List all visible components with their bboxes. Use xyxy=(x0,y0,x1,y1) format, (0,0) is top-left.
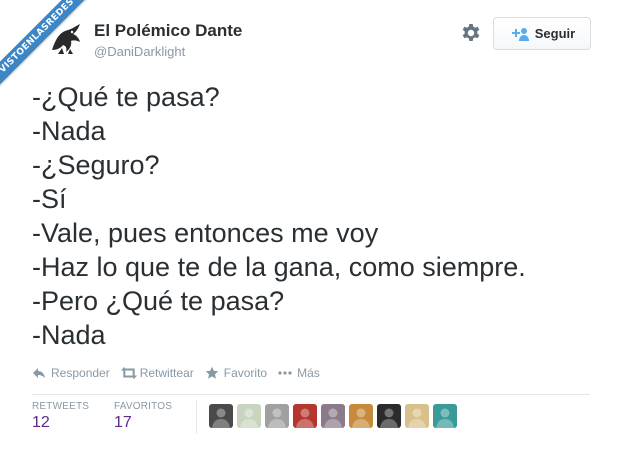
divider xyxy=(32,394,590,395)
gear-icon[interactable] xyxy=(459,22,483,46)
watermark-ribbon: VISTOENLASREDES xyxy=(0,0,90,90)
add-user-icon xyxy=(509,27,529,41)
tweet-line: -Pero ¿Qué te pasa? xyxy=(32,286,285,316)
watermark-text: VISTOENLASREDES xyxy=(0,0,90,90)
favorite-label: Favorito xyxy=(223,366,268,380)
reply-icon xyxy=(32,366,46,380)
more-label: Más xyxy=(297,366,320,380)
tweet-line: -Nada xyxy=(32,116,106,146)
user-avatar-icon[interactable] xyxy=(321,404,345,428)
retweet-label: Retwittear xyxy=(139,366,194,380)
more-icon xyxy=(278,366,292,380)
retweets-stat[interactable]: RETWEETS 12 xyxy=(32,401,89,432)
tweet-actions: Responder Retwittear Favorito Más xyxy=(32,366,331,380)
tweet-line: -Haz lo que te de la gana, como siempre. xyxy=(32,252,526,282)
user-avatar-icon[interactable] xyxy=(237,404,261,428)
stats-divider xyxy=(196,400,197,434)
tweet-line: -¿Seguro? xyxy=(32,150,160,180)
tweet-line: -Sí xyxy=(32,184,67,214)
favoriters-avatars xyxy=(209,404,457,428)
reply-label: Responder xyxy=(51,366,110,380)
tweet-card: VISTOENLASREDES El Polémico Dante @DaniD… xyxy=(0,0,622,461)
star-icon xyxy=(205,366,219,380)
favorites-label: FAVORITOS xyxy=(114,401,173,412)
reply-button[interactable]: Responder xyxy=(32,366,110,380)
user-avatar-icon[interactable] xyxy=(209,404,233,428)
retweet-icon xyxy=(120,366,137,380)
favorite-button[interactable]: Favorito xyxy=(205,366,267,380)
tweet-line: -Vale, pues entonces me voy xyxy=(32,218,379,248)
tweet-text: -¿Qué te pasa? -Nada -¿Seguro? -Sí -Vale… xyxy=(32,80,612,352)
user-avatar-icon[interactable] xyxy=(265,404,289,428)
author-handle[interactable]: @DaniDarklight xyxy=(94,44,185,59)
more-button[interactable]: Más xyxy=(278,366,320,380)
user-avatar-icon[interactable] xyxy=(349,404,373,428)
tweet-line: -Nada xyxy=(32,320,106,350)
user-avatar-icon[interactable] xyxy=(293,404,317,428)
author-name[interactable]: El Polémico Dante xyxy=(94,21,242,41)
favorites-count: 17 xyxy=(114,414,132,431)
follow-button[interactable]: Seguir xyxy=(493,17,591,50)
user-avatar-icon[interactable] xyxy=(405,404,429,428)
user-avatar-icon[interactable] xyxy=(377,404,401,428)
tweet-line: -¿Qué te pasa? xyxy=(32,82,220,112)
favorites-stat[interactable]: FAVORITOS 17 xyxy=(114,401,172,432)
user-avatar-icon[interactable] xyxy=(433,404,457,428)
retweets-label: RETWEETS xyxy=(32,401,90,412)
follow-button-label: Seguir xyxy=(534,26,576,41)
retweet-button[interactable]: Retwittear xyxy=(120,366,194,380)
retweets-count: 12 xyxy=(32,414,50,431)
